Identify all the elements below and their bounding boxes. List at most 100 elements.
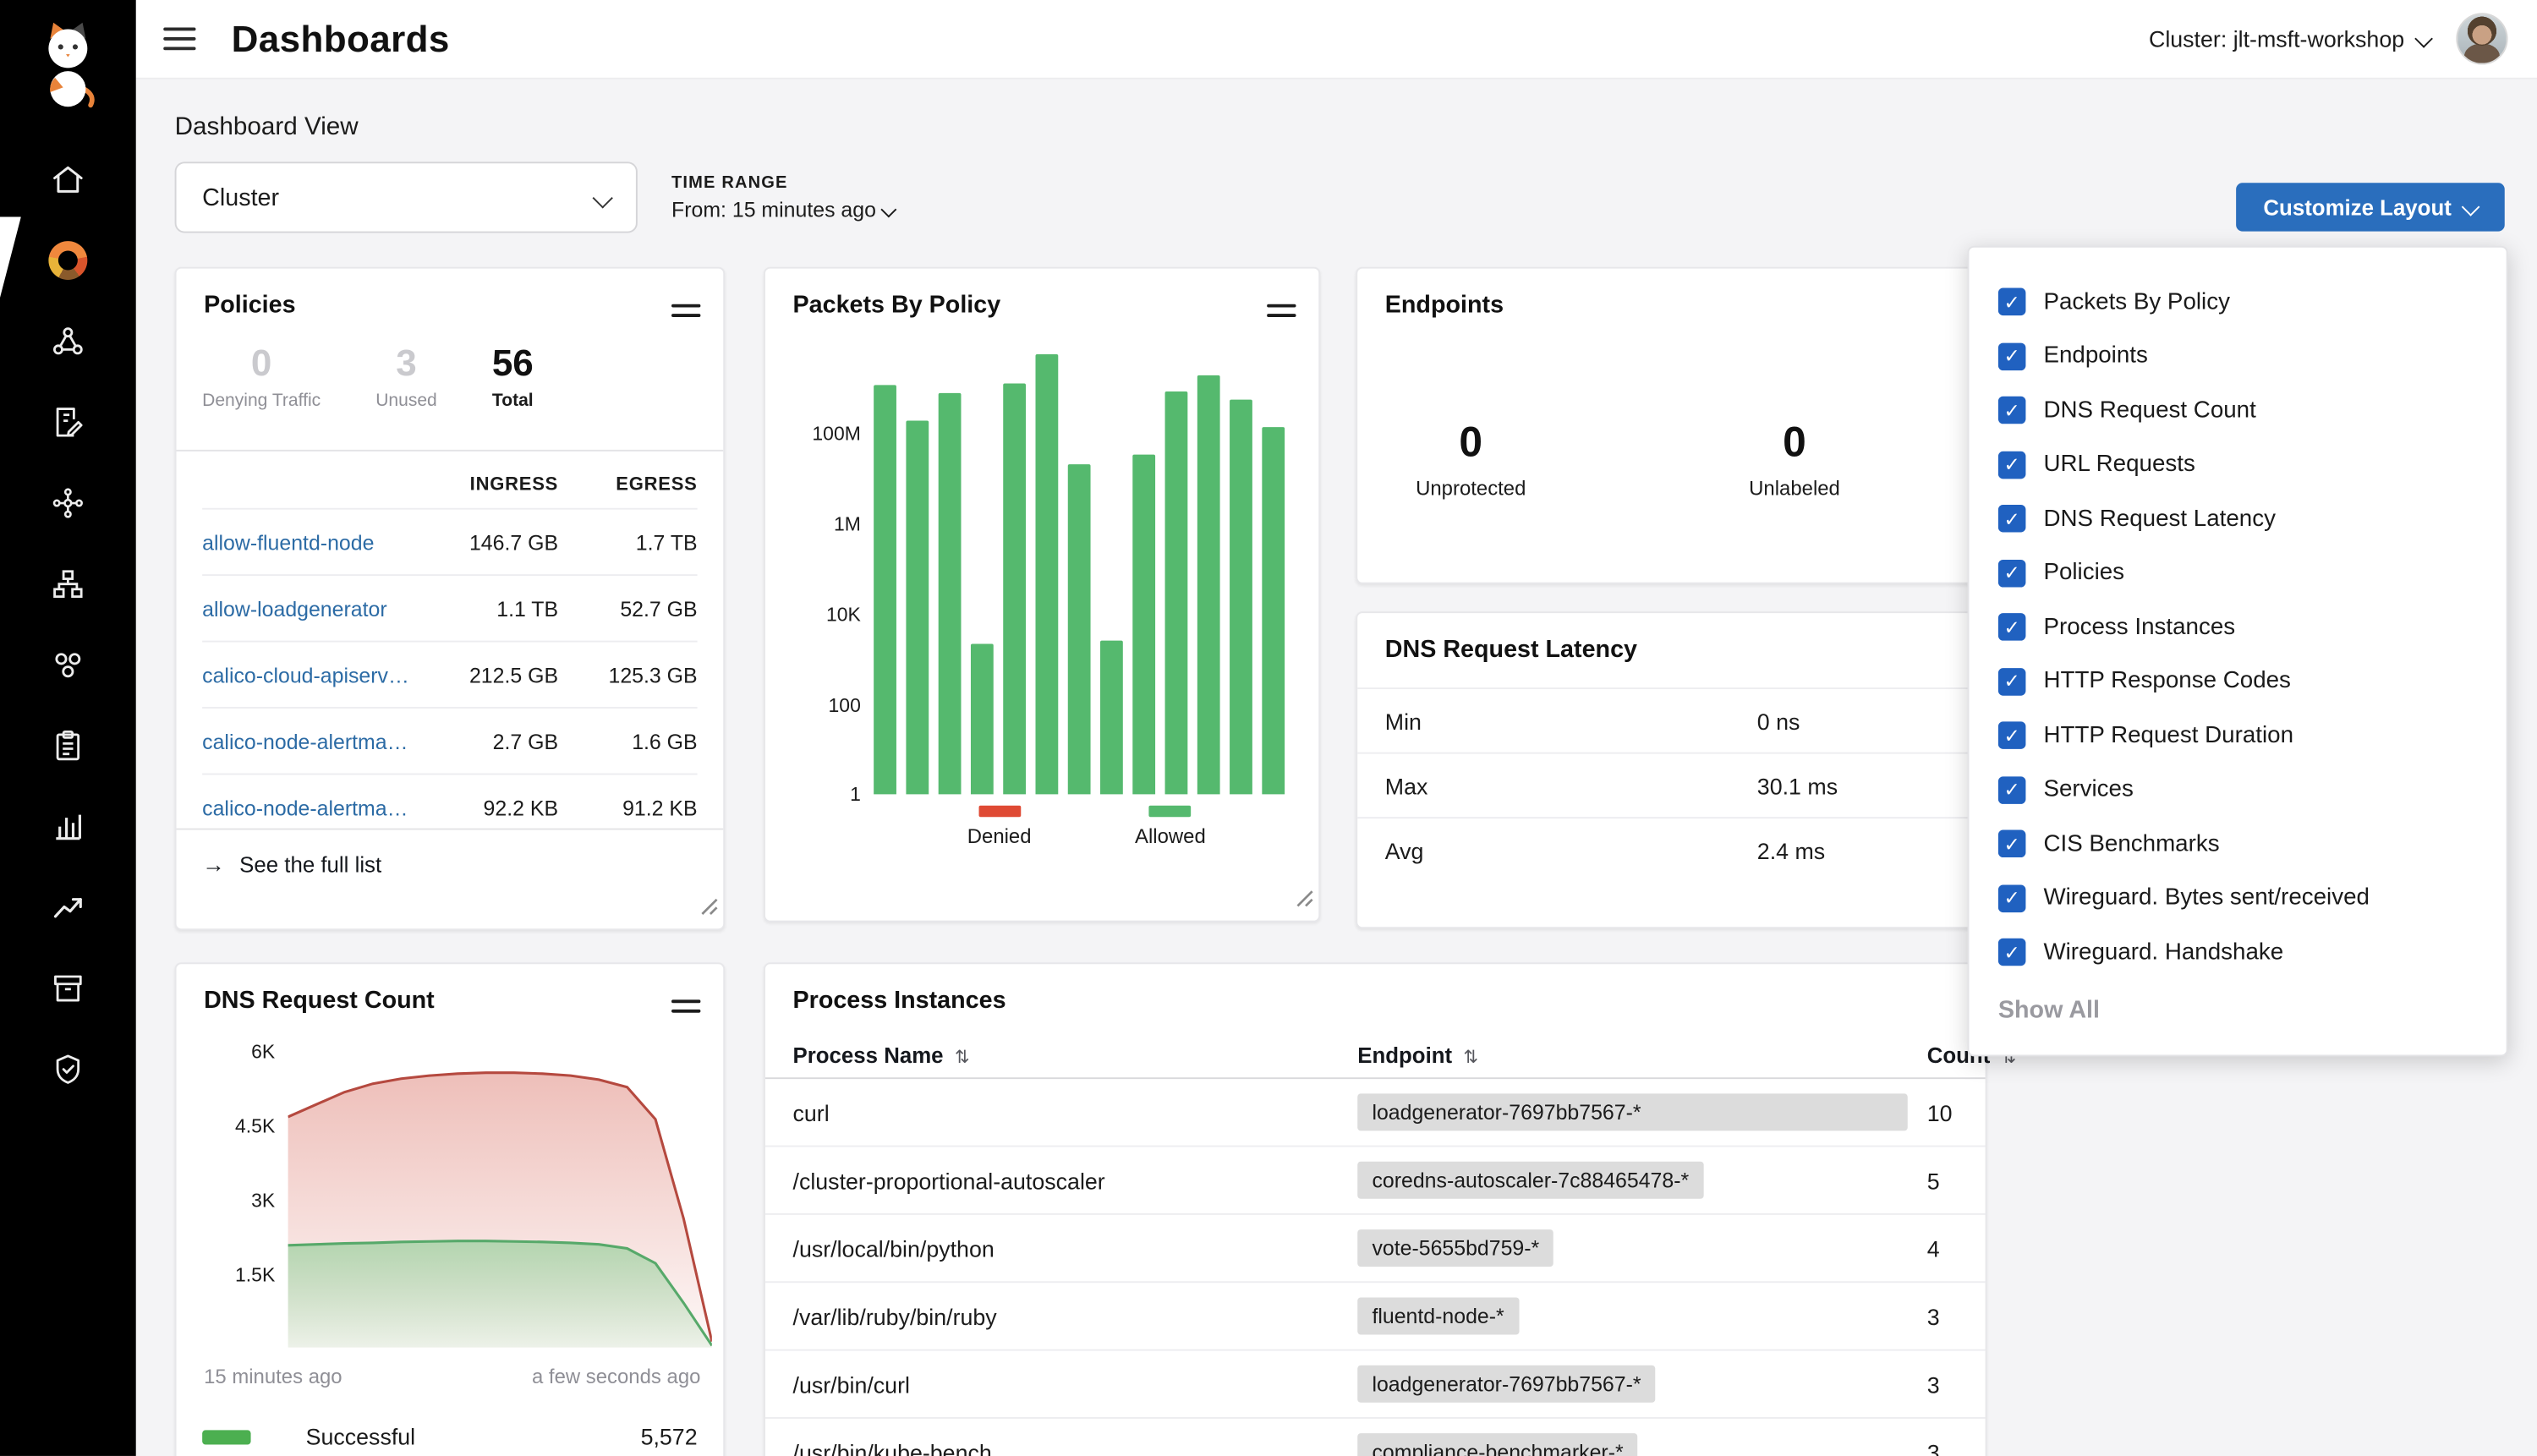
- policy-link[interactable]: allow-fluentd-node: [202, 530, 416, 555]
- menu-item-cis-benchmarks[interactable]: CIS Benchmarks: [1969, 817, 2506, 871]
- stat-denying-traffic[interactable]: 0 Denying Traffic: [202, 343, 321, 412]
- packets-bar: [1262, 427, 1285, 795]
- checkbox-checked-icon[interactable]: [1998, 342, 2026, 370]
- process-row: /usr/local/bin/python vote-5655bd759-* 4: [765, 1215, 1986, 1283]
- checkbox-checked-icon[interactable]: [1998, 884, 2026, 912]
- customize-layout-button[interactable]: Customize Layout: [2236, 183, 2505, 231]
- endpoint-chip[interactable]: compliance-benchmarker-*: [1357, 1433, 1638, 1456]
- stat-unlabeled[interactable]: 0 Unlabeled: [1740, 418, 1849, 501]
- card-title: DNS Request Latency: [1385, 636, 1637, 664]
- endpoint-chip[interactable]: loadgenerator-7697bb7567-*: [1357, 1366, 1656, 1403]
- dns-legend-row[interactable]: Successful 5,572: [202, 1424, 697, 1450]
- network-nodes-icon: [50, 324, 85, 359]
- menu-toggle-icon[interactable]: [163, 21, 195, 56]
- cluster-selector[interactable]: Cluster: jlt-msft-workshop: [2149, 26, 2430, 52]
- checkbox-checked-icon[interactable]: [1998, 668, 2026, 696]
- dns-x-axis: 15 minutes ago a few seconds ago: [204, 1366, 700, 1388]
- col-endpoint[interactable]: Endpoint⇅: [1357, 1043, 1926, 1067]
- menu-item-endpoints[interactable]: Endpoints: [1969, 329, 2506, 383]
- process-row: /var/lib/ruby/bin/ruby fluentd-node-* 3: [765, 1283, 1986, 1350]
- menu-item-packets-by-policy[interactable]: Packets By Policy: [1969, 275, 2506, 329]
- policy-link[interactable]: allow-loadgenerator: [202, 596, 416, 621]
- y-tick: 100M: [812, 422, 860, 445]
- x-tick-end: a few seconds ago: [532, 1366, 700, 1388]
- dashboards-palette-icon: [48, 241, 87, 280]
- checkbox-checked-icon[interactable]: [1998, 505, 2026, 533]
- legend-denied[interactable]: Denied: [967, 806, 1032, 848]
- sidebar-item-activity[interactable]: [0, 868, 136, 949]
- checkbox-checked-icon[interactable]: [1998, 397, 2026, 424]
- see-full-list-link[interactable]: →See the full list: [202, 852, 381, 877]
- drag-handle-icon[interactable]: [671, 993, 700, 1022]
- calico-cat-logo[interactable]: [36, 19, 101, 110]
- resize-handle-icon[interactable]: [1296, 886, 1314, 915]
- drag-handle-icon[interactable]: [671, 298, 700, 326]
- packets-bar: [874, 385, 896, 794]
- col-process-name[interactable]: Process Name⇅: [793, 1043, 1358, 1067]
- menu-item-process-instances[interactable]: Process Instances: [1969, 600, 2506, 654]
- menu-item-dns-request-count[interactable]: DNS Request Count: [1969, 383, 2506, 437]
- resize-handle-icon[interactable]: [700, 895, 718, 923]
- stat-total[interactable]: 56 Total: [492, 343, 534, 412]
- checkbox-checked-icon[interactable]: [1998, 288, 2026, 316]
- sidebar-item-storage[interactable]: [0, 948, 136, 1029]
- sidebar-item-home[interactable]: [0, 140, 136, 221]
- process-row: /usr/bin/kube-bench compliance-benchmark…: [765, 1419, 1986, 1456]
- checkbox-checked-icon[interactable]: [1998, 722, 2026, 750]
- endpoint-chip[interactable]: vote-5655bd759-*: [1357, 1229, 1553, 1267]
- stat-unused[interactable]: 3 Unused: [375, 343, 437, 412]
- sidebar-item-dashboards[interactable]: [0, 220, 136, 301]
- sidebar-item-reports[interactable]: [0, 786, 136, 868]
- checkbox-checked-icon[interactable]: [1998, 451, 2026, 479]
- menu-item-http-response-codes[interactable]: HTTP Response Codes: [1969, 654, 2506, 709]
- menu-item-wireguard-bytes[interactable]: Wireguard. Bytes sent/received: [1969, 871, 2506, 925]
- menu-item-url-requests[interactable]: URL Requests: [1969, 438, 2506, 492]
- policy-row: calico-cloud-apiserver-… 212.5 GB 125.3 …: [202, 641, 697, 707]
- packets-bar: [1132, 454, 1155, 794]
- divider: [177, 450, 724, 452]
- y-tick: 1M: [834, 513, 861, 536]
- sort-icon[interactable]: ⇅: [955, 1048, 970, 1067]
- sidebar-item-policies[interactable]: [0, 382, 136, 463]
- checkbox-checked-icon[interactable]: [1998, 830, 2026, 858]
- sidebar-item-service-graph[interactable]: [0, 463, 136, 544]
- menu-item-services[interactable]: Services: [1969, 763, 2506, 817]
- sidebar-item-compliance[interactable]: [0, 705, 136, 786]
- endpoint-chip[interactable]: fluentd-node-*: [1357, 1297, 1519, 1334]
- policy-link[interactable]: calico-node-alertmana…: [202, 795, 416, 819]
- menu-item-http-request-duration[interactable]: HTTP Request Duration: [1969, 709, 2506, 763]
- policy-link[interactable]: calico-node-alertmana…: [202, 729, 416, 753]
- sidebar-item-network[interactable]: [0, 301, 136, 382]
- menu-item-wireguard-handshake[interactable]: Wireguard. Handshake: [1969, 925, 2506, 979]
- packets-bar: [1035, 354, 1058, 794]
- policies-table-header: INGRESS EGRESS: [202, 463, 697, 508]
- card-title: DNS Request Count: [204, 987, 435, 1015]
- app-viewport: Dashboards Cluster: jlt-msft-workshop Da…: [0, 0, 2537, 1456]
- sidebar-item-nodes[interactable]: [0, 544, 136, 625]
- sidebar-item-clusters[interactable]: [0, 625, 136, 706]
- trend-up-icon: [50, 889, 85, 925]
- dashboard-view-select[interactable]: Cluster: [175, 161, 638, 233]
- checkbox-checked-icon[interactable]: [1998, 560, 2026, 588]
- sidebar: [0, 0, 136, 1456]
- policy-link[interactable]: calico-cloud-apiserver-…: [202, 662, 416, 687]
- sidebar-item-threat-defense[interactable]: [0, 1029, 136, 1110]
- policies-table: INGRESS EGRESS allow-fluentd-node 146.7 …: [202, 463, 697, 840]
- show-all-link[interactable]: Show All: [1998, 996, 2100, 1024]
- endpoints-stats: 0 Unprotected 0 Unlabeled: [1416, 418, 1849, 501]
- sort-icon[interactable]: ⇅: [1464, 1048, 1479, 1067]
- user-avatar[interactable]: [2456, 13, 2507, 64]
- endpoint-chip[interactable]: loadgenerator-7697bb7567-*: [1357, 1093, 1908, 1130]
- dns-request-count-card: DNS Request Count 6K 4.5K 3K 1.5K: [175, 962, 726, 1456]
- stat-unprotected[interactable]: 0 Unprotected: [1416, 418, 1526, 501]
- menu-item-dns-request-latency[interactable]: DNS Request Latency: [1969, 492, 2506, 546]
- legend-allowed[interactable]: Allowed: [1135, 806, 1206, 848]
- endpoint-chip[interactable]: coredns-autoscaler-7c88465478-*: [1357, 1162, 1703, 1199]
- menu-item-policies[interactable]: Policies: [1969, 546, 2506, 600]
- checkbox-checked-icon[interactable]: [1998, 776, 2026, 804]
- checkbox-checked-icon[interactable]: [1998, 939, 2026, 966]
- checkbox-checked-icon[interactable]: [1998, 614, 2026, 642]
- drag-handle-icon[interactable]: [1267, 298, 1296, 326]
- time-range-value[interactable]: From: 15 minutes ago: [671, 197, 895, 222]
- dashboard-canvas: Dashboard View Cluster TIME RANGE From: …: [136, 78, 2537, 1456]
